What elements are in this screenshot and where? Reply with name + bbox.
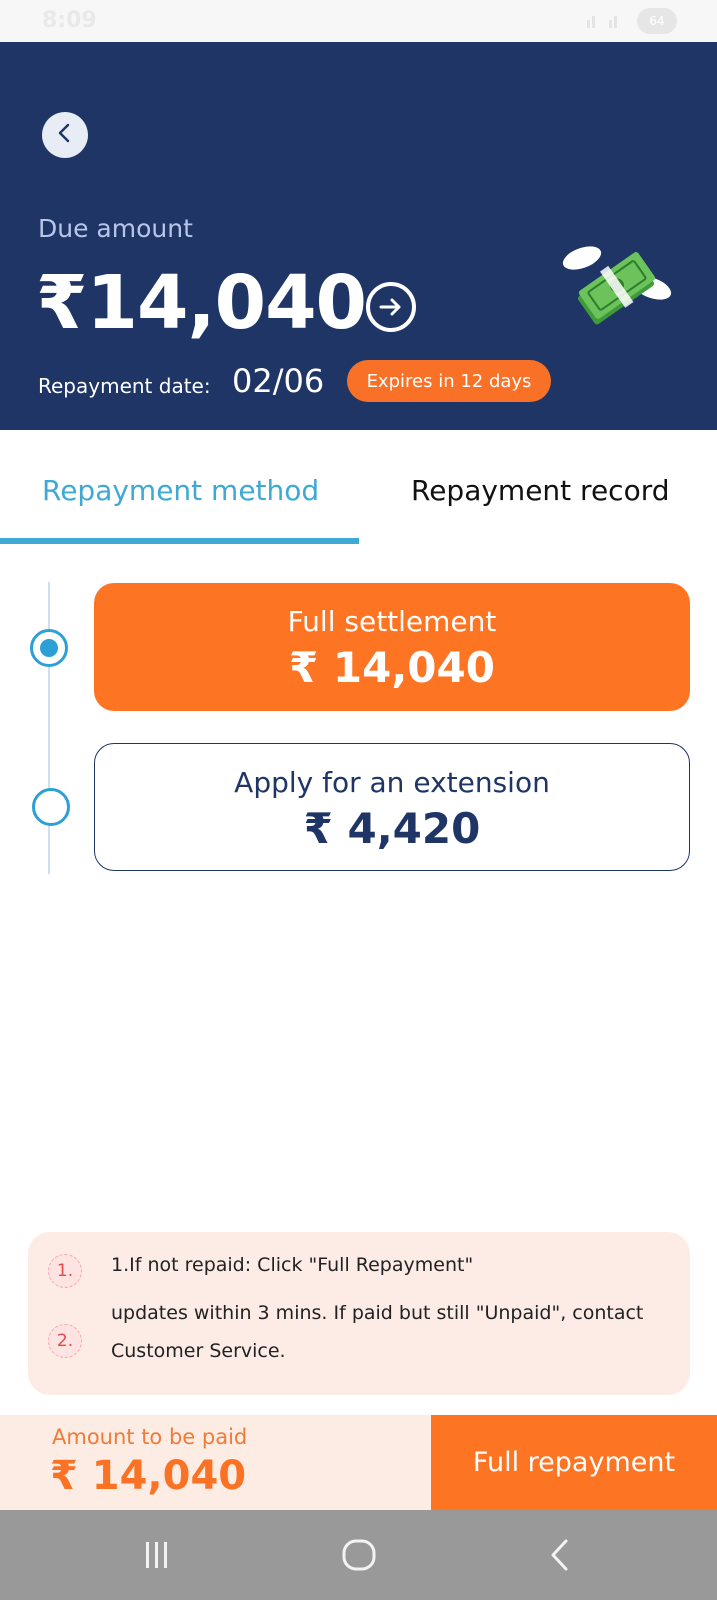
- due-amount-value: ₹14,040: [36, 260, 367, 346]
- status-bar: 8:09 64: [0, 0, 717, 42]
- note-text: updates within 3 mins. If paid but still…: [111, 1302, 644, 1362]
- status-time: 8:09: [42, 8, 97, 33]
- repayment-date-label: Repayment date:: [38, 374, 211, 398]
- recent-apps-icon[interactable]: [140, 1538, 174, 1576]
- amount-to-pay-value: ₹ 14,040: [50, 1453, 247, 1499]
- expires-badge: Expires in 12 days: [347, 360, 551, 402]
- option-value: ₹ 14,040: [289, 643, 495, 692]
- due-amount-label: Due amount: [38, 214, 193, 243]
- radio-extension[interactable]: [32, 788, 70, 826]
- battery-indicator: 64: [637, 8, 677, 34]
- repayment-tabs: Repayment method Repayment record: [0, 430, 717, 545]
- note-number-badge: 2.: [48, 1324, 82, 1358]
- tab-repayment-method[interactable]: Repayment method: [42, 474, 319, 507]
- tab-repayment-record[interactable]: Repayment record: [411, 474, 670, 507]
- option-title: Full settlement: [287, 605, 497, 638]
- option-extension[interactable]: Apply for an extension ₹ 4,420: [94, 743, 690, 871]
- option-full-settlement[interactable]: Full settlement ₹ 14,040: [94, 583, 690, 711]
- back-button[interactable]: [42, 112, 88, 158]
- status-icons: 64: [585, 8, 677, 34]
- repayment-date-value: 02/06: [232, 362, 325, 400]
- option-title: Apply for an extension: [234, 766, 550, 799]
- repayment-notes: 1. 1.If not repaid: Click "Full Repaymen…: [28, 1232, 690, 1395]
- system-nav-bar: [0, 1510, 717, 1600]
- full-repayment-button[interactable]: Full repayment: [431, 1415, 717, 1510]
- note-text: 1.If not repaid: Click "Full Repayment": [111, 1254, 474, 1276]
- active-tab-indicator: [0, 538, 359, 544]
- signal-icon: [585, 10, 629, 32]
- note-number-badge: 1.: [48, 1254, 82, 1288]
- bottom-pay-bar: Amount to be paid ₹ 14,040 Full repaymen…: [0, 1415, 717, 1510]
- due-amount-header: Due amount ₹14,040 Repayment date: 02/06…: [0, 42, 717, 430]
- amount-summary: Amount to be paid ₹ 14,040: [0, 1415, 431, 1510]
- back-nav-icon[interactable]: [548, 1538, 572, 1576]
- radio-full-settlement[interactable]: [30, 629, 68, 667]
- chevron-left-icon: [54, 122, 76, 148]
- home-icon[interactable]: [341, 1538, 377, 1576]
- flying-money-icon: [556, 236, 676, 336]
- arrow-right-circle-icon[interactable]: [366, 282, 416, 332]
- timeline-line: [48, 582, 50, 874]
- option-value: ₹ 4,420: [303, 804, 481, 853]
- amount-to-pay-label: Amount to be paid: [52, 1425, 248, 1449]
